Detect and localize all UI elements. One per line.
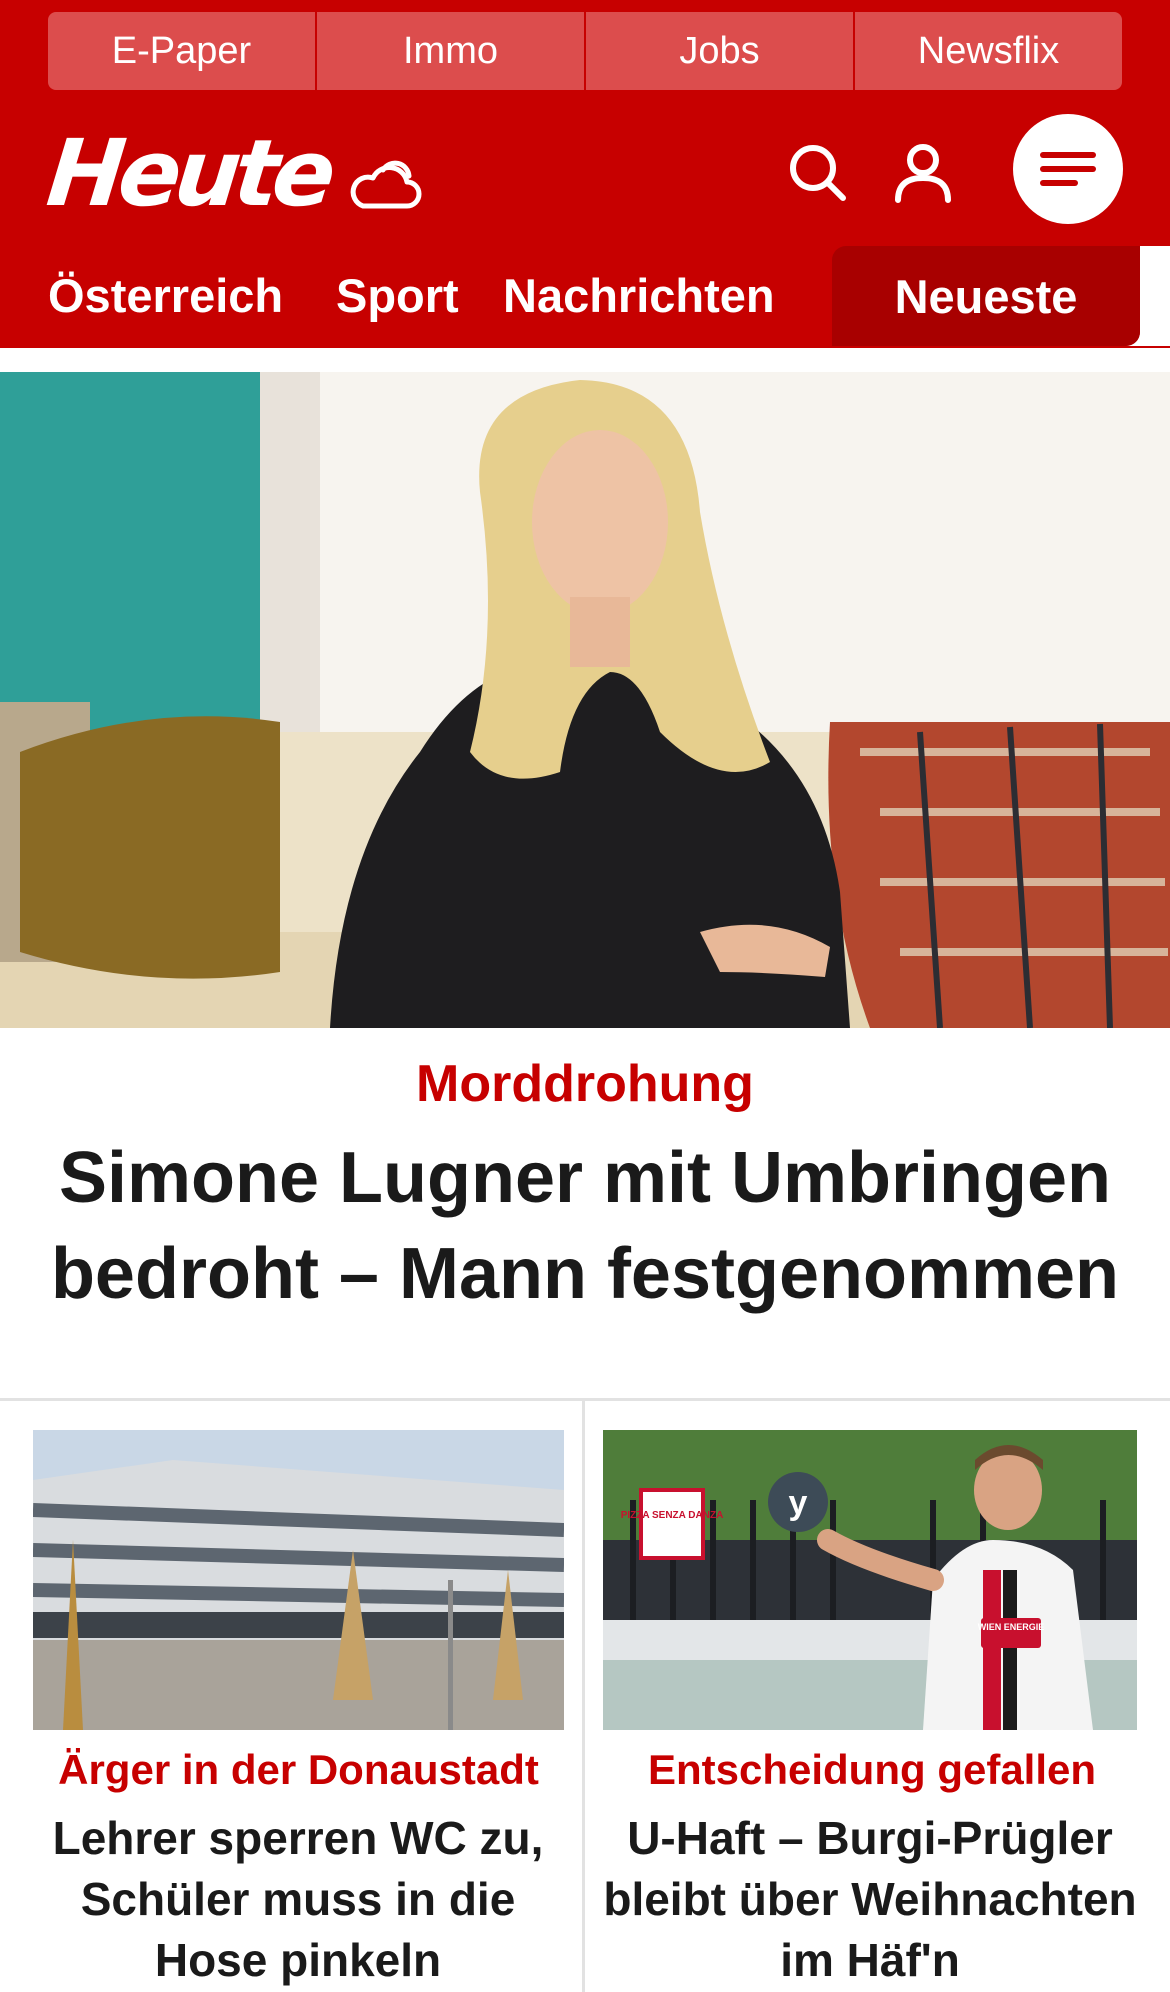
service-link-jobs[interactable]: Jobs bbox=[586, 12, 855, 90]
category-nav: Österreich Sport Nachrichten Neueste bbox=[0, 246, 1170, 346]
school-building-photo bbox=[33, 1430, 564, 1730]
heute-logo[interactable]: Heute bbox=[42, 120, 335, 227]
service-link-newsflix[interactable]: Newsflix bbox=[855, 12, 1122, 90]
hero-image[interactable] bbox=[0, 372, 1170, 1028]
teaser-kicker-school: Ärger in der Donaustadt bbox=[58, 1746, 539, 1793]
nav-item-oesterreich[interactable]: Österreich bbox=[48, 268, 283, 324]
football-player-photo: PIZZA SENZA DANZA y WIEN ENERGIE bbox=[603, 1430, 1137, 1730]
hero-headline[interactable]: Simone Lugner mit Umbringen bedroht – Ma… bbox=[30, 1130, 1140, 1322]
nav-item-sport[interactable]: Sport bbox=[336, 268, 459, 324]
nav-item-nachrichten[interactable]: Nachrichten bbox=[503, 268, 775, 324]
column-divider bbox=[582, 1398, 585, 1992]
grid-divider bbox=[0, 1398, 1170, 1401]
teaser-image-school[interactable] bbox=[33, 1430, 564, 1730]
service-link-immo[interactable]: Immo bbox=[317, 12, 586, 90]
site-header: E-Paper Immo Jobs Newsflix Heute Österre… bbox=[0, 0, 1170, 348]
teaser-image-football[interactable]: PIZZA SENZA DANZA y WIEN ENERGIE bbox=[603, 1430, 1137, 1730]
teaser-headline-school[interactable]: Lehrer sperren WC zu, Schüler muss in di… bbox=[28, 1808, 568, 1991]
user-icon[interactable] bbox=[888, 138, 958, 208]
menu-button[interactable] bbox=[1013, 114, 1123, 224]
hero-photo bbox=[0, 372, 1170, 1028]
svg-text:y: y bbox=[789, 1484, 808, 1522]
brand-row: Heute bbox=[0, 110, 1170, 240]
service-bar: E-Paper Immo Jobs Newsflix bbox=[48, 12, 1122, 90]
sponsor-logo: WIEN ENERGIE bbox=[978, 1622, 1045, 1632]
category-nav-bar: Österreich Sport Nachrichten Neueste bbox=[0, 246, 1140, 346]
teaser-headline-football[interactable]: U-Haft – Burgi-Prügler bleibt über Weihn… bbox=[598, 1808, 1142, 1991]
menu-icon bbox=[1040, 152, 1096, 186]
search-icon[interactable] bbox=[783, 138, 853, 208]
nav-item-neueste[interactable]: Neueste bbox=[832, 246, 1140, 346]
pizza-sign: PIZZA SENZA DANZA bbox=[621, 1510, 724, 1521]
cloud-sun-icon[interactable] bbox=[345, 148, 425, 218]
hero-kicker: Morddrohung bbox=[416, 1055, 754, 1113]
teaser-kicker-football: Entscheidung gefallen bbox=[647, 1746, 1097, 1793]
service-link-epaper[interactable]: E-Paper bbox=[48, 12, 317, 90]
